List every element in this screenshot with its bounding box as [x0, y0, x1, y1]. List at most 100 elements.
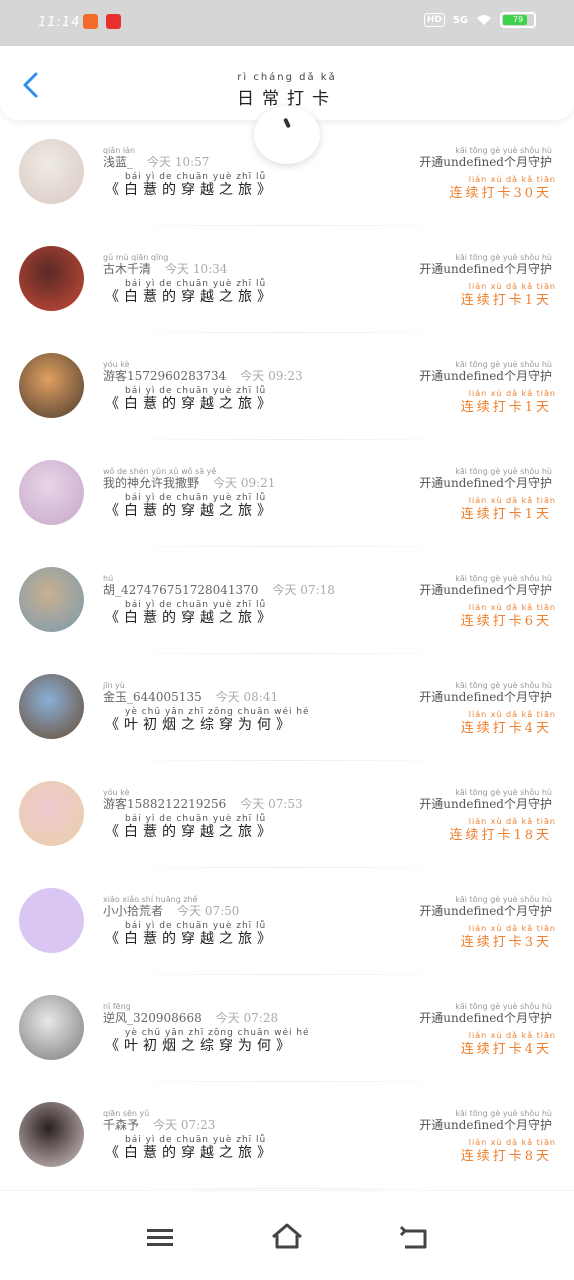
row-divider	[110, 653, 464, 654]
username: 逆风_320908668	[103, 1011, 202, 1025]
guard-status: 开通undefined个月守护	[419, 1118, 552, 1132]
username: 金玉_644005135	[103, 690, 202, 704]
username: 浅蓝_	[103, 155, 134, 169]
menu-icon[interactable]	[140, 1221, 180, 1253]
book-title[interactable]: 《叶初烟之综穿为何》	[105, 1035, 295, 1055]
book-title[interactable]: 《叶初烟之综穿为何》	[105, 714, 295, 734]
book-title[interactable]: 《白薏的穿越之旅》	[105, 500, 276, 520]
checkin-time: 今天 07:50	[177, 904, 240, 918]
streak-count: 连续打卡1天	[460, 293, 552, 308]
list-item[interactable]: wǒ de shén yǔn xǔ wǒ sā yě 我的神允许我撒野 今天 09…	[0, 441, 574, 548]
avatar[interactable]	[19, 139, 84, 204]
username: 千森予	[103, 1118, 140, 1132]
list-item[interactable]: jīn yù 金玉_644005135 今天 08:41 yè chū yān z…	[0, 655, 574, 762]
username: 我的神允许我撒野	[103, 476, 200, 490]
home-icon[interactable]	[267, 1221, 307, 1253]
row-divider	[110, 1081, 464, 1082]
battery-level: 79	[512, 15, 524, 24]
status-bar: 11:14 HD 5G 79	[0, 0, 574, 46]
avatar[interactable]	[19, 460, 84, 525]
row-divider	[110, 332, 464, 333]
avatar[interactable]	[19, 888, 84, 953]
streak-count: 连续打卡3天	[460, 935, 552, 950]
username-line: 浅蓝_ 今天 10:57	[103, 153, 209, 170]
guard-status: 开通undefined个月守护	[419, 262, 552, 276]
username-line: 金玉_644005135 今天 08:41	[103, 688, 278, 705]
avatar[interactable]	[19, 674, 84, 739]
guard-status: 开通undefined个月守护	[419, 690, 552, 704]
username-line: 逆风_320908668 今天 07:28	[103, 1009, 278, 1026]
list-item[interactable]: nì fēng 逆风_320908668 今天 07:28 yè chū yān …	[0, 976, 574, 1083]
guard-status: 开通undefined个月守护	[419, 476, 552, 490]
guard-status: 开通undefined个月守护	[419, 369, 552, 383]
username: 游客1572960283734	[103, 369, 227, 383]
checkin-time: 今天 07:28	[215, 1011, 279, 1025]
checkin-time: 今天 10:57	[147, 155, 210, 169]
username-line: 小小拾荒者 今天 07:50	[103, 902, 239, 919]
checkin-time: 今天 10:34	[165, 262, 228, 276]
list-item[interactable]: gǔ mù qiān qīng 古木千清 今天 10:34 bái yì de c…	[0, 227, 574, 334]
status-time: 11:14	[38, 15, 81, 30]
avatar[interactable]	[19, 995, 84, 1060]
username-line: 我的神允许我撒野 今天 09:21	[103, 474, 275, 491]
row-divider	[110, 546, 464, 547]
streak-count: 连续打卡8天	[460, 1149, 552, 1164]
streak-count: 连续打卡6天	[460, 614, 552, 629]
notification-app-icon	[83, 14, 98, 29]
username: 游客1588212219256	[103, 797, 227, 811]
hd-badge: HD	[423, 13, 445, 27]
guard-status: 开通undefined个月守护	[419, 797, 552, 811]
signal-icon: 5G	[452, 14, 468, 26]
row-divider	[110, 760, 464, 761]
loading-spinner-icon	[254, 106, 320, 164]
row-divider	[110, 225, 464, 226]
book-title[interactable]: 《白薏的穿越之旅》	[105, 393, 276, 413]
guard-status: 开通undefined个月守护	[419, 1011, 552, 1025]
checkin-time: 今天 07:23	[153, 1118, 216, 1132]
back-nav-icon[interactable]	[395, 1221, 435, 1253]
row-divider	[110, 439, 464, 440]
checkin-time: 今天 09:21	[213, 476, 276, 490]
book-title[interactable]: 《白薏的穿越之旅》	[105, 607, 276, 627]
username: 胡_427476751728041370	[103, 583, 259, 597]
list-item[interactable]: xiǎo xiǎo shí huāng zhě 小小拾荒者 今天 07:50 bá…	[0, 869, 574, 976]
book-title[interactable]: 《白薏的穿越之旅》	[105, 286, 276, 306]
streak-count: 连续打卡18天	[449, 828, 552, 843]
streak-count: 连续打卡4天	[460, 721, 552, 736]
avatar[interactable]	[19, 353, 84, 418]
checkin-time: 今天 07:53	[240, 797, 303, 811]
row-divider	[110, 974, 464, 975]
avatar[interactable]	[19, 1102, 84, 1167]
guard-status: 开通undefined个月守护	[419, 583, 552, 597]
avatar[interactable]	[19, 781, 84, 846]
username-line: 游客1572960283734 今天 09:23	[103, 367, 303, 384]
notification-app-icon-2	[106, 14, 121, 29]
streak-count: 连续打卡1天	[460, 507, 552, 522]
guard-status: 开通undefined个月守护	[419, 904, 552, 918]
book-title[interactable]: 《白薏的穿越之旅》	[105, 179, 276, 199]
checkin-time: 今天 08:41	[215, 690, 279, 704]
username: 小小拾荒者	[103, 904, 164, 918]
username-line: 千森予 今天 07:23	[103, 1116, 215, 1133]
page-title-pinyin: rì cháng dǎ kǎ	[237, 72, 337, 83]
username-line: 胡_427476751728041370 今天 07:18	[103, 581, 335, 598]
status-indicators: HD 5G 79	[423, 12, 536, 28]
username-line: 古木千清 今天 10:34	[103, 260, 227, 277]
list-item[interactable]: hú 胡_427476751728041370 今天 07:18 bái yì d…	[0, 548, 574, 655]
avatar[interactable]	[19, 567, 84, 632]
battery-icon: 79	[500, 12, 536, 28]
system-nav-bar	[0, 1190, 574, 1280]
username: 古木千清	[103, 262, 152, 276]
streak-count: 连续打卡30天	[449, 186, 552, 201]
wifi-icon	[477, 15, 491, 25]
guard-status: 开通undefined个月守护	[419, 155, 552, 169]
book-title[interactable]: 《白薏的穿越之旅》	[105, 1142, 276, 1162]
book-title[interactable]: 《白薏的穿越之旅》	[105, 928, 276, 948]
list-item[interactable]: qiān sēn yǔ 千森予 今天 07:23 bái yì de chuān …	[0, 1083, 574, 1190]
book-title[interactable]: 《白薏的穿越之旅》	[105, 821, 276, 841]
row-divider	[110, 867, 464, 868]
username-line: 游客1588212219256 今天 07:53	[103, 795, 303, 812]
list-item[interactable]: yóu kè 游客1572960283734 今天 09:23 bái yì de…	[0, 334, 574, 441]
list-item[interactable]: yóu kè 游客1588212219256 今天 07:53 bái yì de…	[0, 762, 574, 869]
avatar[interactable]	[19, 246, 84, 311]
